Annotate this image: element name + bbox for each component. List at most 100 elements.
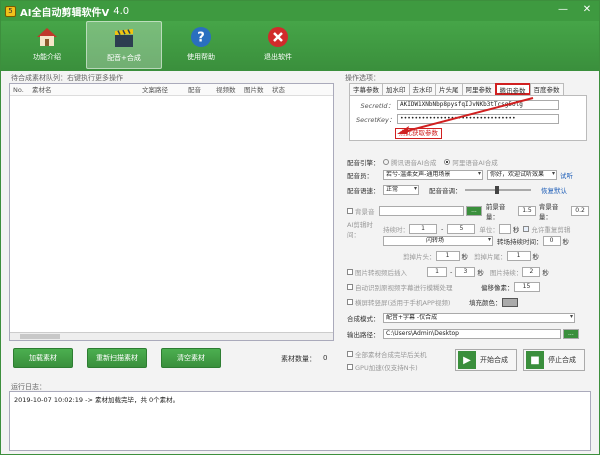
engine-label: 配音引擎： (347, 159, 380, 167)
unit-input[interactable] (498, 224, 511, 234)
toolbar-label: 使用帮助 (187, 53, 215, 61)
stop-compose-button[interactable]: ■ 停止合成 (523, 349, 585, 371)
secret-key-input[interactable]: •••••••••••••••••••••••••••••••• (397, 114, 559, 124)
duration-to-input[interactable]: 5 (447, 224, 476, 234)
pitch-slider[interactable] (465, 186, 531, 194)
column-header[interactable]: No. (10, 84, 32, 95)
queue-group-label: 待合成素材队列：右键执行更多操作 (11, 74, 123, 82)
transition-time-input[interactable]: 0 (542, 236, 561, 246)
bgm-path-input[interactable] (378, 206, 465, 216)
audition-link[interactable]: 试听 (560, 170, 573, 180)
unit-seconds: 秒 (512, 226, 520, 234)
speed-select[interactable]: 正常 (383, 185, 419, 195)
cut-head-input[interactable]: 1 (435, 251, 460, 261)
column-header[interactable]: 文案路径 (142, 84, 188, 95)
engine-opt-tencent: 腾讯语音AI合成 (391, 159, 437, 167)
duration-from-input[interactable]: 1 (409, 224, 437, 234)
column-header[interactable]: 配音 (188, 84, 216, 95)
close-icon[interactable]: ✕ (579, 3, 595, 17)
cut-tail-input[interactable]: 1 (506, 251, 531, 261)
allow-repeat-checkbox[interactable] (523, 226, 530, 232)
picture-from-input[interactable]: 1 (427, 267, 447, 277)
pitch-label: 配音音调： (429, 187, 462, 195)
auto-subtitle-checkbox[interactable] (347, 284, 353, 290)
tab-remove-watermark[interactable]: 去水印 (408, 83, 436, 95)
minimize-icon[interactable]: — (555, 3, 571, 17)
engine-radio-aliyun[interactable] (444, 159, 451, 165)
duration-label: 持续时： (383, 226, 409, 234)
cut-head-seconds: 秒 (461, 253, 469, 261)
list-horizontal-scrollbar[interactable] (10, 332, 333, 340)
voice-label: 配音员： (347, 172, 373, 180)
toolbar-exit[interactable]: 退出软件 (240, 21, 316, 69)
shutdown-checkbox[interactable] (347, 351, 353, 357)
picture-to-input[interactable]: 3 (455, 267, 476, 277)
start-compose-label: 开始合成 (480, 356, 508, 364)
engine-radio-tencent[interactable] (383, 159, 389, 165)
column-header[interactable]: 视频数 (216, 84, 244, 95)
gpu-checkbox[interactable] (347, 364, 353, 370)
cut-tail-label: 剪掉片尾： (474, 253, 507, 261)
ai-clip-label: AI剪辑时间： (347, 221, 373, 239)
main-toolbar: 功能介绍 配音+合成 ? 使用帮助 退出软件 (1, 21, 599, 71)
secret-id-input[interactable]: AKIDW1XNbNbp8pysfqIJvNKb3tTcsg5olg (397, 100, 559, 110)
voice-select[interactable]: 若兮-温柔女声-通用场景 (383, 170, 483, 180)
reset-default-link[interactable]: 恢复默认 (541, 185, 567, 195)
bg-volume-input[interactable]: 0.2 (571, 206, 589, 216)
output-browse-button[interactable]: ... (563, 329, 579, 339)
tab-subtitle[interactable]: 字幕参数 (349, 83, 383, 95)
clear-material-button[interactable]: 清空素材 (161, 348, 221, 368)
column-header[interactable]: 素材名 (32, 84, 142, 95)
tab-add-watermark[interactable]: 加水印 (382, 83, 410, 95)
output-path-input[interactable]: C:\Users\Admin\Desktop (383, 329, 561, 339)
column-header[interactable]: 状态 (272, 84, 300, 95)
voice-sample-select[interactable]: 你好，欢迎试听效果 (487, 170, 557, 180)
start-compose-button[interactable]: ▶ 开始合成 (455, 349, 517, 371)
mode-select[interactable]: 配音+字幕 -仅合成 (383, 313, 575, 323)
pitch-slider-knob[interactable] (495, 186, 499, 194)
get-params-link[interactable]: 点此获取参数 (395, 128, 442, 139)
picture-duration-input[interactable]: 2 (522, 267, 541, 277)
secret-id-row: SecretId： AKIDW1XNbNbp8pysfqIJvNKb3tTcsg… (356, 100, 559, 110)
vertical-checkbox[interactable] (347, 299, 353, 305)
bgm-checkbox[interactable] (347, 208, 353, 214)
front-volume-input[interactable]: 1.5 (518, 206, 536, 216)
picture-seconds: 秒 (477, 269, 484, 277)
options-panel: 操作选项： 字幕参数 加水印 去水印 片头尾 阿里参数 腾讯参数 百度参数 Se… (343, 73, 589, 383)
play-icon: ▶ (458, 351, 476, 369)
svg-text:?: ? (197, 31, 205, 46)
picture-checkbox[interactable] (347, 269, 353, 275)
scrollbar-thumb[interactable] (20, 334, 60, 339)
toolbar-function-intro[interactable]: 功能介绍 (9, 21, 85, 69)
load-material-button[interactable]: 加载素材 (13, 348, 73, 368)
tab-aliyun[interactable]: 阿里参数 (461, 83, 496, 95)
tab-baidu[interactable]: 百度参数 (529, 83, 564, 95)
bgm-row: 背景音 ... 前景音量： 1.5 背景音量： 0.2 (347, 201, 589, 221)
offset-input[interactable]: 15 (513, 282, 540, 292)
cut-row: 剪掉片头： 1 秒 剪掉片尾： 1 秒 (403, 251, 539, 261)
transition-row: 闪转场 转场持续时间： 0 秒 (383, 236, 569, 246)
voice-row: 配音员： 若兮-温柔女声-通用场景 你好，欢迎试听效果 试听 (347, 170, 573, 180)
material-list[interactable]: No. 素材名 文案路径 配音 视频数 图片数 状态 (9, 83, 334, 341)
vertical-row: 横屏转竖屏(适用于手机APP视频) 填充颜色： (347, 297, 518, 307)
log-output[interactable]: 2019-10-07 10:02:19 -> 素材加载完毕，共 0个素材。 (9, 391, 591, 451)
bgm-browse-button[interactable]: ... (466, 206, 482, 216)
rescan-material-button[interactable]: 重新扫描素材 (87, 348, 147, 368)
toolbar-help[interactable]: ? 使用帮助 (163, 21, 239, 69)
vertical-label: 横屏转竖屏(适用于手机APP视频) (355, 299, 451, 307)
tab-intro-outro[interactable]: 片头尾 (435, 83, 463, 95)
toolbar-label: 功能介绍 (33, 53, 61, 61)
material-queue-panel: 待合成素材队列：右键执行更多操作 No. 素材名 文案路径 配音 视频数 图片数… (9, 73, 334, 383)
fill-color-picker[interactable] (501, 297, 518, 307)
transition-select[interactable]: 闪转场 (383, 236, 493, 246)
tencent-tab-body: SecretId： AKIDW1XNbNbp8pysfqIJvNKb3tTcsg… (349, 95, 587, 141)
shutdown-row: 全部素材合成完毕后关机 (347, 349, 427, 359)
toolbar-dub-compose[interactable]: 配音+合成 (86, 21, 162, 69)
toolbar-label: 配音+合成 (107, 54, 141, 62)
secret-id-label: SecretId： (360, 102, 394, 110)
fill-color-label: 填充颜色： (469, 299, 502, 307)
column-header[interactable]: 图片数 (244, 84, 272, 95)
tab-tencent[interactable]: 腾讯参数 (494, 83, 531, 95)
options-group-label: 操作选项： (345, 74, 380, 82)
auto-subtitle-label: 自动识别原视频字幕进行模糊处理 (355, 284, 453, 292)
